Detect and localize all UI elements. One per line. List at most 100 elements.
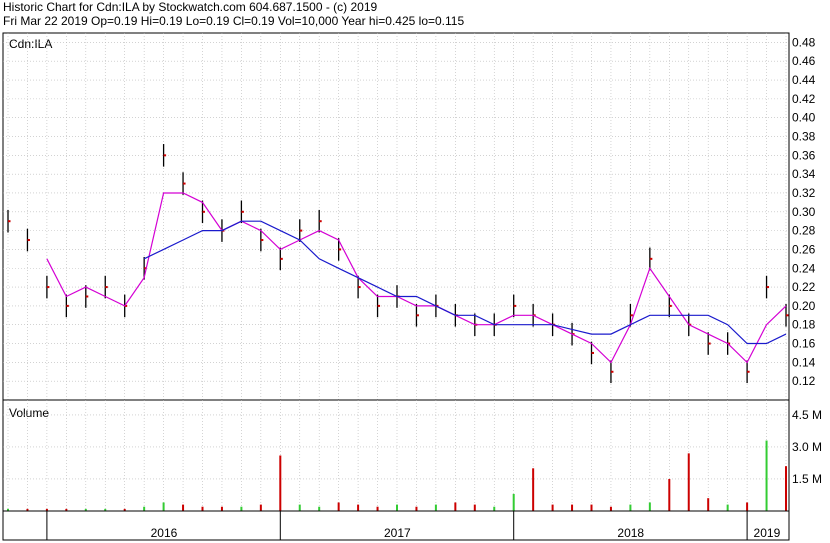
volume-bar [182,504,185,511]
price-close-mark [163,154,167,157]
price-close-mark [319,220,322,223]
volume-bar [785,466,787,511]
volume-label: Volume [9,406,49,420]
volume-grid [3,400,789,511]
volume-bar [162,502,165,511]
volume-bar [707,498,710,511]
volume-bar [687,453,690,511]
price-panel-frame [2,32,790,401]
price-tick-label: 0.46 [792,54,816,68]
volume-bar [279,455,282,511]
volume-bar [726,504,729,511]
volume-bar [746,502,749,511]
volume-tick-labels: 4.5 M 3.0 M 1.5 M [792,408,822,486]
price-tick-label: 0.34 [792,167,816,181]
volume-bar [668,478,671,511]
price-close-mark [766,286,770,289]
volume-bar [493,506,496,511]
price-tick-label: 0.40 [792,111,816,125]
volume-bar [648,502,651,511]
price-tick-label: 0.36 [792,148,816,162]
price-tick-label: 0.32 [792,186,816,200]
volume-bar [532,468,535,511]
price-tick-label: 0.42 [792,92,816,106]
price-tick-label: 0.30 [792,205,816,219]
price-close-mark [202,210,205,213]
price-tick-label: 0.44 [792,73,816,87]
date-axis: 2016 2017 2018 2019 [2,510,790,541]
volume-tick-label: 3.0 M [792,440,822,454]
year-label: 2019 [754,526,781,540]
volume-panel-frame [2,399,790,512]
price-tick-label: 0.26 [792,242,816,256]
price-close-mark [299,229,303,232]
price-close-mark [183,182,186,185]
volume-bar [415,506,418,511]
price-close-mark [105,286,108,289]
price-tick-label: 0.38 [792,130,816,144]
volume-bar [590,504,593,511]
volume-bar [357,504,360,511]
volume-bar [551,504,554,511]
price-bars [7,144,789,384]
price-tick-label: 0.20 [792,299,816,313]
volume-bar [396,504,398,511]
volume-bar [765,440,768,511]
price-grid [3,33,789,400]
chart-canvas: Cdn:ILA 0.48 0.46 0.44 0.42 0.40 0.38 0.36 0.34… [2,32,822,541]
volume-bar [512,493,515,511]
year-label: 2016 [151,526,178,540]
price-close-mark [27,239,30,242]
price-tick-label: 0.24 [792,261,816,275]
price-close-mark [630,314,633,317]
volume-bar [609,506,612,511]
volume-bar [376,506,379,511]
year-label: 2018 [617,526,644,540]
price-close-mark [708,342,711,345]
stock-chart: Historic Chart for Cdn:ILA by Stockwatch… [0,0,830,543]
volume-bar [201,506,204,511]
volume-bar [454,502,457,511]
price-close-mark [85,295,89,298]
volume-bar [571,504,574,511]
price-close-mark [358,286,361,289]
price-tick-label: 0.18 [792,318,816,332]
volume-bar [298,504,301,511]
volume-panel: Volume 4.5 M 3.0 M 1.5 M [2,399,822,512]
volume-tick-label: 4.5 M [792,408,822,422]
price-close-mark [669,304,672,307]
price-close-mark [280,257,283,260]
price-tick-label: 0.28 [792,224,816,238]
volume-bar [473,504,476,511]
price-tick-label: 0.12 [792,374,816,388]
price-tick-labels: 0.48 0.46 0.44 0.42 0.40 0.38 0.36 0.34 0.32 0.30… [792,35,816,388]
volume-bar [259,504,262,511]
year-label: 2017 [384,526,411,540]
price-tick-label: 0.22 [792,280,816,294]
price-close-mark [649,257,653,260]
price-close-mark [338,248,342,251]
price-close-mark [66,304,69,307]
year-labels: 2016 2017 2018 2019 [46,511,781,540]
price-tick-label: 0.16 [792,337,816,351]
price-close-mark [416,314,419,317]
price-close-mark [513,304,517,307]
price-close-mark [747,370,750,373]
volume-bar [240,506,243,511]
volume-tick-label: 1.5 M [792,472,822,486]
volume-bar [318,506,321,511]
symbol-label: Cdn:ILA [9,37,52,51]
price-panel: Cdn:ILA 0.48 0.46 0.44 0.42 0.40 0.38 0.36 0.34… [2,32,816,401]
price-close-mark [46,286,50,289]
price-close-mark [241,210,244,213]
volume-bar [434,504,437,511]
price-close-mark [377,304,381,307]
price-close-mark [8,220,11,223]
price-close-mark [591,351,594,354]
volume-bar [143,506,146,511]
price-tick-label: 0.14 [792,355,816,369]
volume-bar [220,506,223,511]
price-close-mark [260,239,264,242]
price-tick-label: 0.48 [792,35,816,49]
price-close-mark [786,314,789,317]
